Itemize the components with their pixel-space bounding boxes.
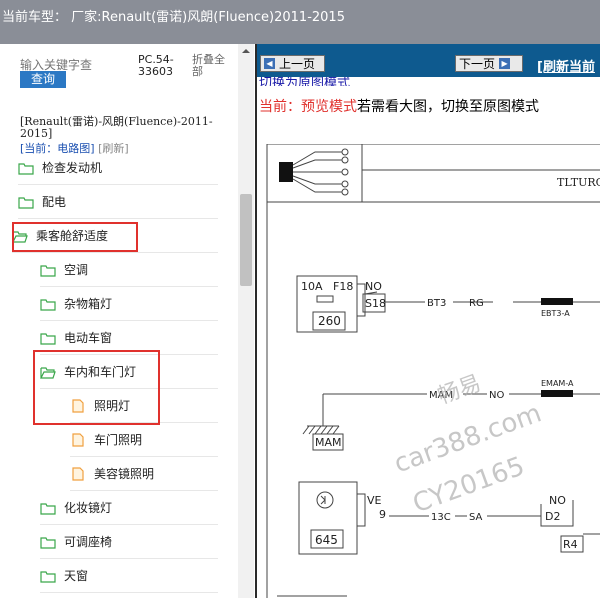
title-text: 当前车型： 厂家:Renault(雷诺)风朗(Fluence)2011-2015 xyxy=(2,10,345,25)
folder-icon xyxy=(40,535,60,549)
conn-ebt3a: EBT3-A xyxy=(541,309,570,318)
tree-item[interactable]: 电动车窗 xyxy=(40,321,218,355)
tree-item[interactable]: 杂物箱灯 xyxy=(40,287,218,321)
tree-item-label: 化妆镜灯 xyxy=(64,501,113,515)
label-ve: VE xyxy=(367,494,382,507)
tree-item-label: 照明灯 xyxy=(94,399,131,413)
breadcrumb: [Renault(雷诺)-风朗(Fluence)-2011-2015] xyxy=(20,115,213,140)
fuse-icon xyxy=(316,295,334,303)
tree-item-label: 天窗 xyxy=(64,569,89,583)
tree-item[interactable]: 检查发动机 xyxy=(18,151,218,185)
prev-page-button[interactable]: ◀ 上一页 xyxy=(260,55,325,72)
tree-item[interactable]: 照明灯 xyxy=(70,389,218,423)
next-page-button[interactable]: 下一页 ▶ xyxy=(455,55,523,72)
tree-item-label: 乘客舱舒适度 xyxy=(36,229,109,243)
document-icon xyxy=(70,432,90,447)
scroll-up-icon[interactable] xyxy=(238,44,254,58)
conn-emama: EMAM-A xyxy=(541,379,574,388)
label-r4: R4 xyxy=(563,538,578,551)
label-no2: NO xyxy=(549,494,566,507)
label-no: NO xyxy=(365,280,382,293)
document-icon xyxy=(70,398,90,413)
wiring-diagram[interactable]: TLTURQ/HS 10A F18 260 NO S18 BT3 RG EBT3… xyxy=(257,144,600,598)
collapse-all-link[interactable]: 折叠全部 xyxy=(192,54,232,78)
arrow-left-icon: ◀ xyxy=(264,58,275,69)
label-s18: S18 xyxy=(365,297,386,310)
folder-icon xyxy=(40,569,60,583)
tree-item-label: 车门照明 xyxy=(94,433,143,447)
arrow-right-icon: ▶ xyxy=(499,58,511,69)
left-panel: 查询 PC.54-33603 折叠全部 [Renault(雷诺)-风朗(Flue… xyxy=(0,44,255,598)
label-d2: D2 xyxy=(545,510,560,523)
switch-original-link[interactable]: 切换为原图模式 xyxy=(259,77,350,86)
preview-mode-label: 当前：预览模式 xyxy=(259,99,357,115)
folder-icon xyxy=(40,297,60,311)
search-button[interactable]: 查询 xyxy=(20,71,66,88)
preview-hint: 若需看大图，切换至原图模式 xyxy=(357,99,539,115)
right-panel: ◀ 上一页 下一页 ▶ [刷新当前 切换为原图模式 当前：预览模式若需看大图，切… xyxy=(255,44,600,598)
box-260: 260 xyxy=(318,314,341,328)
folder-icon xyxy=(40,501,60,515)
folder-icon xyxy=(18,195,38,209)
tree-item[interactable]: 化妆镜灯 xyxy=(40,491,218,525)
connector-icon xyxy=(279,148,349,196)
tree-item-label: 配电 xyxy=(42,195,67,209)
tree-item-label: 检查发动机 xyxy=(42,161,103,175)
doc-code: PC.54-33603 xyxy=(138,53,174,78)
wire-no: NO xyxy=(489,390,504,401)
folder-icon xyxy=(40,331,60,345)
folder-open-icon xyxy=(12,229,32,243)
tree-item[interactable]: 乘客舱舒适度 xyxy=(12,219,218,253)
refresh-current-link[interactable]: [刷新当前 xyxy=(537,56,595,75)
tree-item[interactable]: 车内和车门灯 xyxy=(40,355,218,389)
tree-item[interactable]: 车门照明 xyxy=(70,423,218,457)
label-pin9: 9 xyxy=(379,508,386,521)
title-bar: 当前车型： 厂家:Renault(雷诺)风朗(Fluence)2011-2015 xyxy=(0,0,600,44)
scrollbar-track[interactable] xyxy=(238,44,254,598)
tree-item-label: 美容镜照明 xyxy=(94,467,155,481)
folder-icon xyxy=(18,161,38,175)
tree-item-label: 车内和车门灯 xyxy=(64,365,137,379)
folder-icon xyxy=(40,263,60,277)
box-645: 645 xyxy=(315,533,338,547)
scrollbar-thumb[interactable] xyxy=(240,194,252,286)
svg-text:畅易: 畅易 xyxy=(435,371,485,410)
wire-sa: SA xyxy=(469,512,483,523)
diagram-code: TLTURQ/HS xyxy=(557,176,600,189)
tree-item[interactable]: 空调 xyxy=(40,253,218,287)
watermark: 畅易 car388.com CY20165 xyxy=(390,371,545,519)
preview-mode-line: 当前：预览模式若需看大图，切换至原图模式 xyxy=(259,96,539,116)
tree-item[interactable]: 可调座椅 xyxy=(40,525,218,559)
fuse-id: F18 xyxy=(333,280,353,293)
tree-item[interactable]: 美容镜照明 xyxy=(70,457,218,491)
folder-open-icon xyxy=(40,365,60,379)
wire-bt3: BT3 xyxy=(427,298,446,309)
box-mam: MAM xyxy=(315,436,342,449)
document-icon xyxy=(70,466,90,481)
tree-item-label: 可调座椅 xyxy=(64,535,113,549)
tree-item-label: 电动车窗 xyxy=(64,331,113,345)
wire-rg: RG xyxy=(469,298,484,309)
nav-bar: ◀ 上一页 下一页 ▶ [刷新当前 xyxy=(257,44,600,77)
tree-item-label: 空调 xyxy=(64,263,89,277)
fuse-rating: 10A xyxy=(301,280,323,293)
tree-item[interactable]: 配电 xyxy=(18,185,218,219)
tree-item[interactable]: 天窗 xyxy=(40,559,218,593)
tree-item-label: 杂物箱灯 xyxy=(64,297,113,311)
